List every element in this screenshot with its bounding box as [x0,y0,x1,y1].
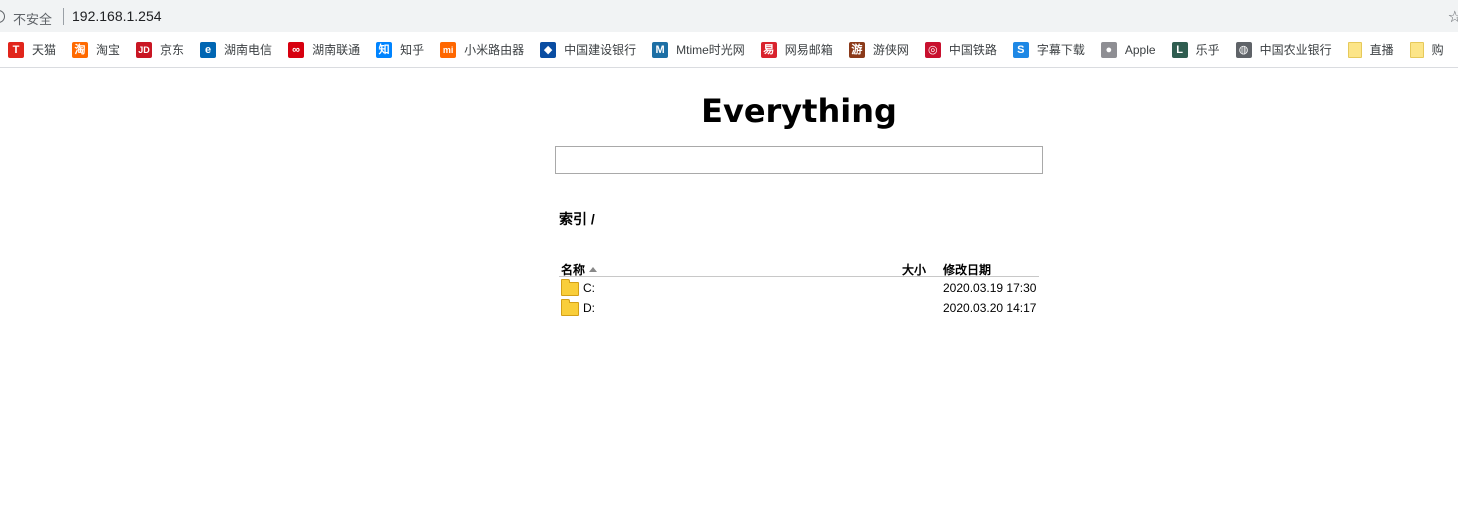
bookmark-label: 知乎 [400,43,425,57]
folder-name: C: [583,281,595,295]
column-header-name[interactable]: 名称 [561,261,598,278]
bookmark-item[interactable]: 知知乎 [368,36,432,64]
folder-link[interactable]: C: [561,279,595,296]
bookmark-label: 小米路由器 [464,43,525,57]
bookmark-item[interactable]: ◍ 中国农业银行 [1228,36,1340,64]
bookmark-label: 中国铁路 [948,43,997,57]
modified-date: 2020.03.19 17:30 [943,281,1037,295]
column-header-modified[interactable]: 修改日期 [943,261,991,278]
table-row: D: 2020.03.20 14:17 [559,297,1039,317]
search-input[interactable] [555,146,1043,174]
bookmark-item[interactable]: T 天猫 [0,36,64,64]
bookmark-item[interactable]: ● Apple [1093,36,1164,64]
folder-link[interactable]: D: [561,299,595,316]
info-icon[interactable] [0,10,5,23]
page-title: Everything [701,92,897,130]
folder-icon [561,299,579,316]
telecom-icon: e [200,41,217,58]
railway-icon: ◎ [924,41,941,58]
bookmark-label: 购 [1431,43,1444,57]
bookmark-label: 京东 [160,43,185,57]
bookmark-label: 湖南电信 [224,43,273,57]
bookmark-item[interactable]: S 字幕下载 [1005,36,1093,64]
star-icon[interactable]: ☆ [1448,7,1458,27]
modified-date: 2020.03.20 14:17 [943,301,1037,315]
column-header-name-label: 名称 [561,263,586,277]
bookmark-label: 中国建设银行 [564,43,637,57]
url-text[interactable]: 192.168.1.254 [72,8,162,24]
bookmark-label: 网易邮箱 [784,43,833,57]
bookmark-item[interactable]: 易网易邮箱 [753,36,841,64]
tmall-icon: T [8,41,24,58]
lofter-icon: L [1171,41,1188,58]
bookmarks-bar: T 天猫淘淘宝 JD 京东 e 湖南电信 ∞ 湖南联通知知乎 mi 小米路由器 ◆ 中国建设银行 M Mt… [0,32,1458,68]
bookmark-label: Mtime时光网 [676,43,745,57]
taobao-icon: 淘 [72,41,89,58]
bookmark-item[interactable]: M Mtime时光网 [644,36,753,64]
folder-icon [561,279,579,296]
sort-ascending-icon [589,267,598,272]
bookmark-item[interactable]: 淘淘宝 [64,36,128,64]
table-header: 名称 大小 修改日期 [559,259,1039,277]
bookmark-label: 字幕下载 [1036,43,1085,57]
bookmark-label: 湖南联通 [312,43,361,57]
mi-icon: mi [440,41,457,58]
folder-icon [1409,41,1424,58]
bookmark-label: 淘宝 [96,43,121,57]
file-table: 名称 大小 修改日期 C: 2020.03.19 17:30 D: 2020.0… [559,259,1039,317]
bookmark-item[interactable]: 购 [1402,36,1452,64]
table-row: C: 2020.03.19 17:30 [559,277,1039,297]
bookmark-item[interactable]: e 湖南电信 [192,36,280,64]
folder-icon [1347,41,1362,58]
bookmark-item[interactable]: ∞ 湖南联通 [280,36,368,64]
bookmark-label: 中国农业银行 [1259,43,1332,57]
index-heading: 索引 / [559,211,595,227]
bookmark-label: Apple [1124,42,1156,57]
insecure-label[interactable]: 不安全 [13,9,52,28]
bookmark-label: 游侠网 [872,43,909,57]
bookmark-item[interactable]: 游游侠网 [841,36,917,64]
ccb-icon: ◆ [540,41,557,58]
netease-icon: 易 [760,41,777,58]
zhihu-icon: 知 [376,41,393,58]
jd-icon: JD [136,41,153,58]
bookmark-item[interactable]: 直播 [1340,36,1402,64]
bookmark-label: 乐乎 [1195,43,1220,57]
unicom-icon: ∞ [288,41,305,58]
folder-name: D: [583,301,595,315]
bookmark-item[interactable]: ◆ 中国建设银行 [532,36,644,64]
globe-icon: ◍ [1235,41,1252,58]
column-header-size[interactable]: 大小 [902,261,926,278]
browser-viewport: 不安全 192.168.1.254 ☆ T 天猫淘淘宝 JD 京东 e 湖南电信 ∞ 湖南联通… [0,0,1458,508]
subtitle-icon: S [1012,41,1029,58]
bookmark-label: 直播 [1369,43,1394,57]
address-divider [63,8,64,25]
mtime-icon: M [652,41,669,58]
bookmark-item[interactable]: ◎ 中国铁路 [917,36,1005,64]
ali213-icon: 游 [848,41,865,58]
address-bar[interactable]: 不安全 192.168.1.254 ☆ [0,0,1458,32]
bookmark-label: 天猫 [32,43,57,57]
bookmark-item[interactable]: mi 小米路由器 [432,36,532,64]
apple-icon: ● [1100,41,1117,58]
bookmark-item[interactable]: L 乐乎 [1164,36,1228,64]
bookmark-item[interactable]: JD 京东 [128,36,192,64]
